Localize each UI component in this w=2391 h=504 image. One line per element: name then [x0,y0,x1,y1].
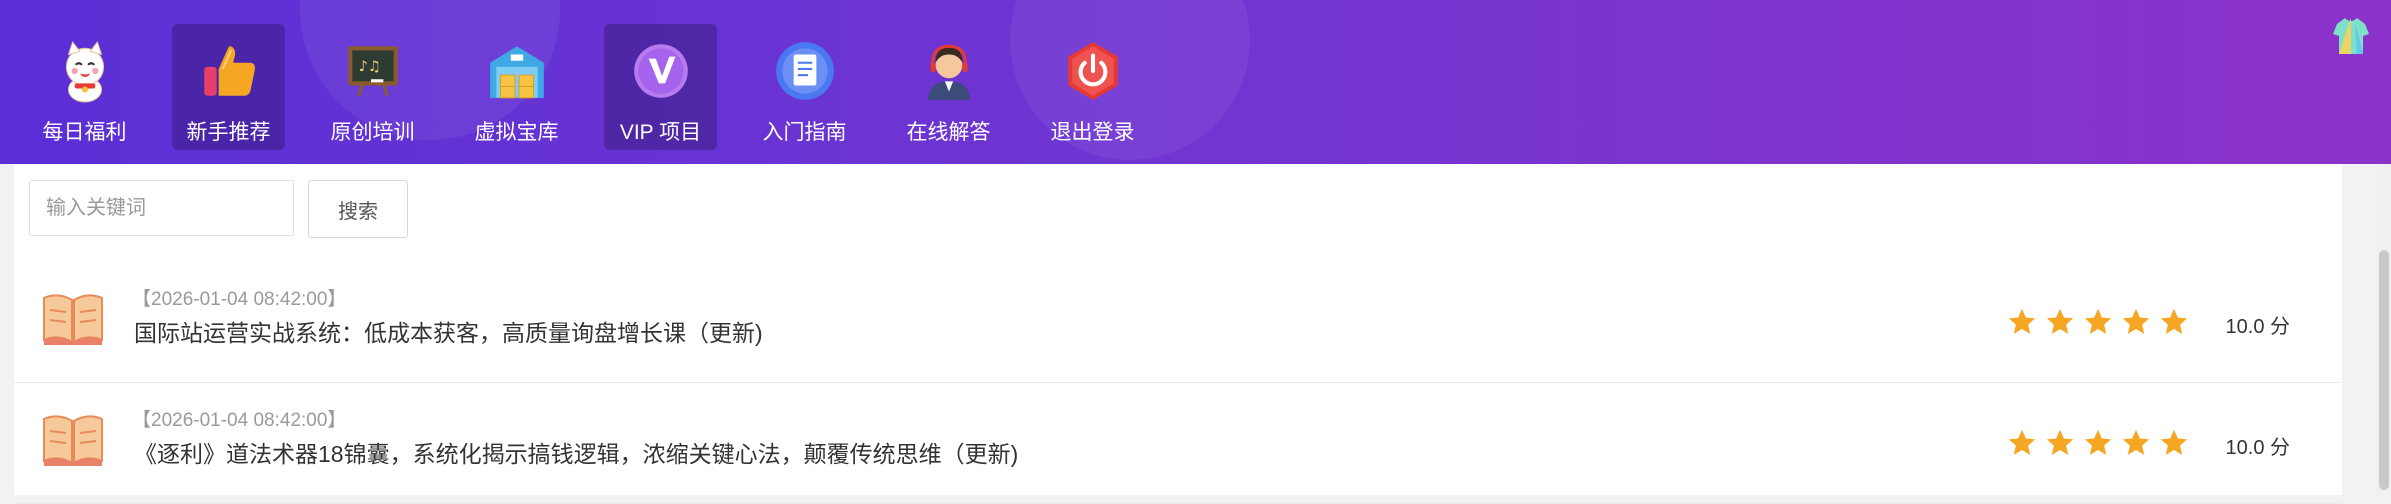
nav-item-virtual-treasury[interactable]: 虚拟宝库 [460,24,573,150]
nav-item-logout[interactable]: 退出登录 [1036,24,1149,150]
guide-document-icon [775,42,834,100]
nav-item-beginner-guide[interactable]: 入门指南 [748,24,861,150]
nav-item-label: 退出登录 [1050,121,1135,144]
search-input[interactable] [29,180,294,236]
svg-text:♪♫: ♪♫ [358,59,380,75]
nav-item-label: 虚拟宝库 [474,121,559,144]
search-bar: 搜索 [29,180,408,238]
blackboard-icon: ♪♫ [347,46,398,97]
vip-icon [633,44,688,98]
star-icon [2084,429,2112,455]
star-icon [2160,308,2188,334]
star-icon [2084,308,2112,334]
star-rating [2007,307,2189,337]
nav-item-online-answers[interactable]: 在线解答 [892,24,1005,150]
nav-item-label: 在线解答 [906,121,991,144]
star-icon [2008,308,2036,334]
lucky-cat-icon [65,41,104,103]
star-icon [2122,429,2150,455]
nav-item-vip-projects[interactable]: VIP 项目 [604,24,717,150]
theme-shirt-icon[interactable] [2329,14,2373,58]
item-score: 10.0 分 [2225,316,2290,338]
item-date: 【2026-01-04 08:42:00】 [132,410,347,431]
nav-item-daily-welfare[interactable]: 每日福利 [28,24,141,150]
open-book-icon [43,294,103,345]
power-icon [1067,42,1118,100]
star-rating [2007,428,2189,458]
item-title[interactable]: 国际站运营实战系统：低成本获客，高质量询盘增长课（更新) [134,314,763,348]
top-navigation-bar: 每日福利 新手推荐 ♪♫ 原创培训 虚拟宝库 VIP 项目 入门指南 在线解答 … [0,0,2391,164]
item-score: 10.0 分 [2225,437,2290,459]
item-date: 【2026-01-04 08:42:00】 [132,289,347,310]
nav-item-label: VIP 项目 [619,121,702,144]
star-icon [2160,429,2188,455]
list-item[interactable]: 【2026-01-04 08:42:00】 《逐利》道法术器18锦囊，系统化揭示… [14,383,2342,504]
star-icon [2046,429,2074,455]
scrollbar-thumb[interactable] [2379,250,2389,490]
item-title[interactable]: 《逐利》道法术器18锦囊，系统化揭示搞钱逻辑，浓缩关键心法，颠覆传统思维（更新) [134,435,1018,469]
nav-item-newbie-recommend[interactable]: 新手推荐 [172,24,285,150]
star-icon [2122,308,2150,334]
star-icon [2008,429,2036,455]
search-button[interactable]: 搜索 [308,180,408,238]
nav-item-label: 每日福利 [42,121,127,144]
nav-item-label: 入门指南 [762,121,847,144]
star-icon [2046,308,2074,334]
content-panel: 搜索 【2026-01-04 08:42:00】 国际站运营实战系统：低成本获客… [14,164,2342,504]
support-agent-icon [927,44,970,100]
thumbs-up-icon [203,46,255,96]
list-item[interactable]: 【2026-01-04 08:42:00】 国际站运营实战系统：低成本获客，高质… [14,262,2342,383]
warehouse-icon [489,46,544,99]
nav-item-original-training[interactable]: ♪♫ 原创培训 [316,24,429,150]
nav-item-label: 原创培训 [330,121,415,144]
main-nav: 每日福利 新手推荐 ♪♫ 原创培训 虚拟宝库 VIP 项目 入门指南 在线解答 … [28,24,1149,150]
nav-item-label: 新手推荐 [186,121,271,144]
open-book-icon [43,415,103,466]
